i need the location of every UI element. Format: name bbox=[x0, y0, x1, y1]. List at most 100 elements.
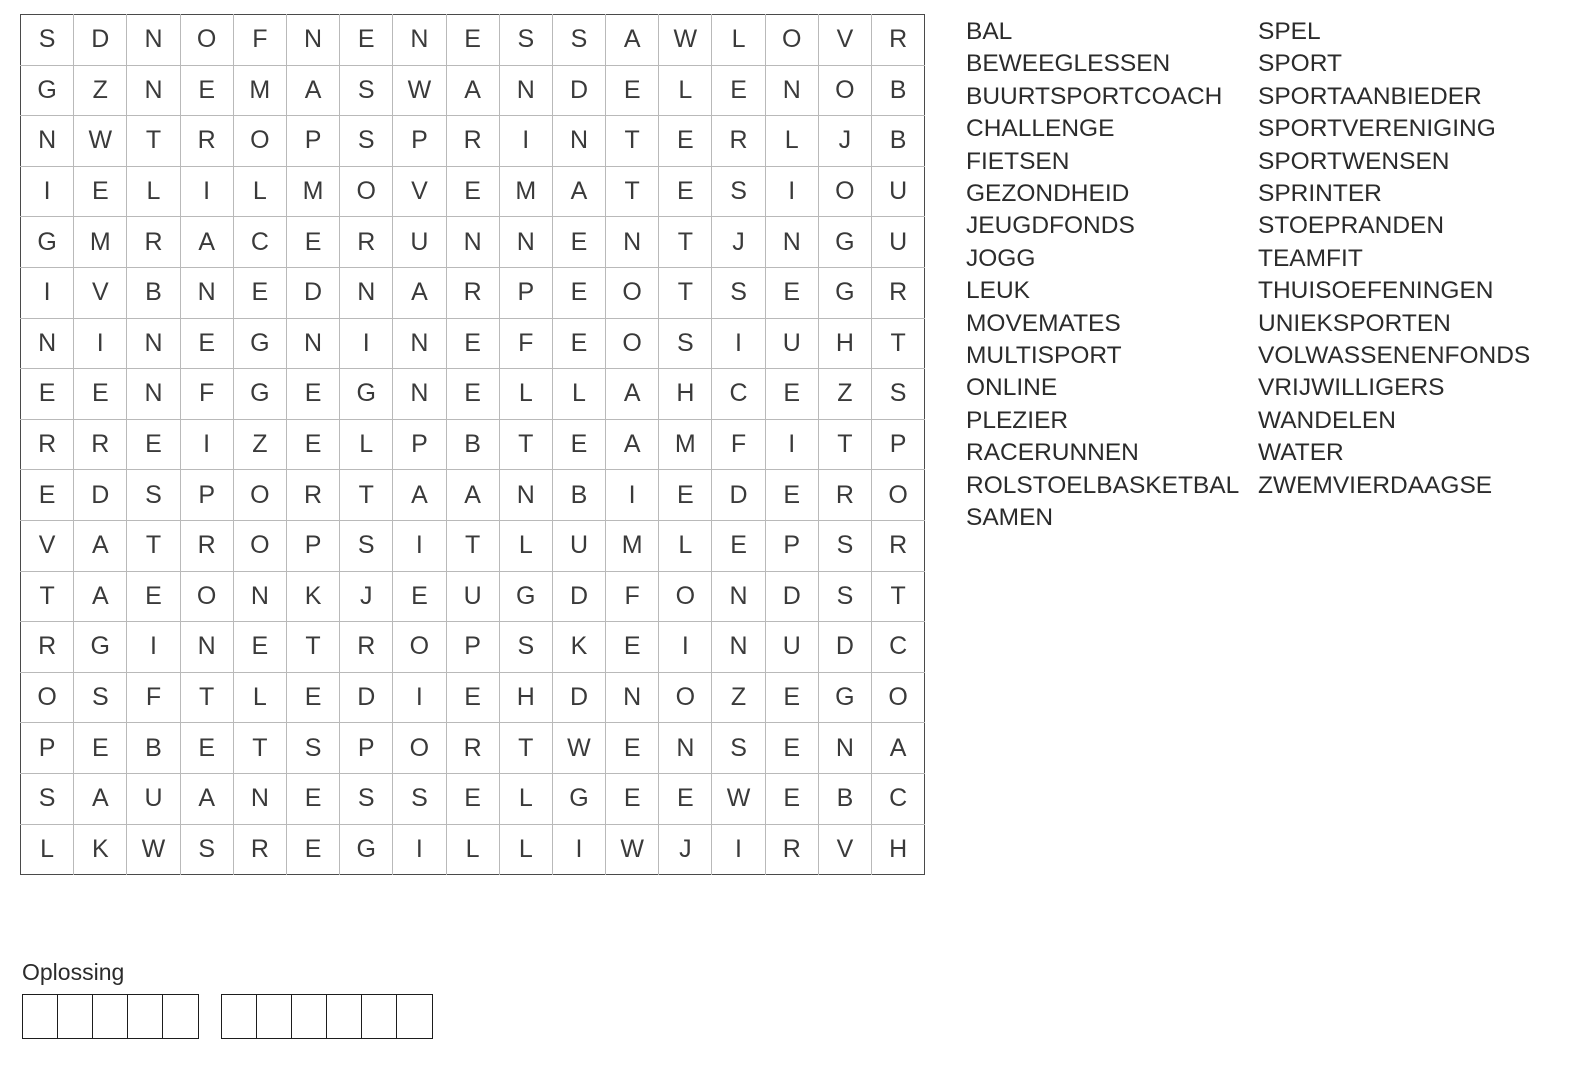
grid-cell[interactable]: T bbox=[339, 469, 394, 521]
grid-cell[interactable]: D bbox=[73, 469, 128, 521]
grid-cell[interactable]: A bbox=[179, 772, 234, 825]
solution-answer-box[interactable] bbox=[163, 995, 198, 1038]
grid-cell[interactable]: E bbox=[126, 418, 181, 471]
grid-cell[interactable]: I bbox=[20, 266, 75, 319]
grid-cell[interactable]: N bbox=[445, 216, 500, 268]
word-list-item[interactable]: FIETSEN bbox=[966, 146, 1258, 178]
grid-cell[interactable]: V bbox=[392, 165, 447, 218]
grid-cell[interactable]: O bbox=[764, 14, 819, 66]
word-list-item[interactable]: WATER bbox=[1258, 437, 1558, 469]
word-list-item[interactable]: SPRINTER bbox=[1258, 178, 1558, 210]
word-search-grid[interactable]: SDNOFNENESSAWLOVRGZNEMASWANDELENOBNWTROP… bbox=[20, 14, 926, 876]
grid-cell[interactable]: T bbox=[498, 418, 553, 471]
solution-answer-box[interactable] bbox=[257, 995, 292, 1038]
word-list-item[interactable]: THUISOEFENINGEN bbox=[1258, 275, 1558, 307]
solution-answer-box[interactable] bbox=[397, 995, 432, 1038]
grid-cell[interactable]: K bbox=[73, 823, 128, 875]
grid-cell[interactable]: N bbox=[20, 115, 75, 167]
grid-cell[interactable]: T bbox=[232, 722, 287, 774]
grid-cell[interactable]: N bbox=[605, 671, 660, 724]
grid-cell[interactable]: L bbox=[339, 418, 394, 471]
grid-cell[interactable]: T bbox=[870, 570, 925, 623]
grid-cell[interactable]: J bbox=[711, 216, 766, 268]
word-list-item[interactable]: RACERUNNEN bbox=[966, 437, 1258, 469]
grid-cell[interactable]: P bbox=[870, 418, 925, 471]
grid-cell[interactable]: I bbox=[392, 823, 447, 875]
grid-cell[interactable]: L bbox=[232, 671, 287, 724]
word-list-item[interactable]: VOLWASSENENFONDS bbox=[1258, 340, 1558, 372]
solution-answer-box[interactable] bbox=[292, 995, 327, 1038]
grid-cell[interactable]: N bbox=[817, 722, 873, 774]
grid-cell[interactable]: R bbox=[870, 266, 925, 319]
word-list-item[interactable]: VRIJWILLIGERS bbox=[1258, 372, 1558, 404]
grid-cell[interactable]: E bbox=[179, 64, 234, 117]
grid-cell[interactable]: P bbox=[20, 722, 75, 774]
grid-cell[interactable]: A bbox=[445, 469, 500, 521]
grid-cell[interactable]: E bbox=[445, 165, 500, 218]
grid-cell[interactable]: M bbox=[498, 165, 553, 218]
word-list-item[interactable]: SPEL bbox=[1258, 16, 1558, 48]
grid-cell[interactable]: A bbox=[551, 165, 607, 218]
grid-cell[interactable]: E bbox=[445, 772, 500, 825]
grid-cell[interactable]: N bbox=[285, 317, 341, 370]
word-list-item[interactable]: TEAMFIT bbox=[1258, 243, 1558, 275]
grid-cell[interactable]: U bbox=[870, 165, 925, 218]
grid-cell[interactable]: D bbox=[764, 570, 819, 623]
grid-cell[interactable]: M bbox=[605, 519, 660, 572]
word-list-item[interactable]: BEWEEGLESSEN bbox=[966, 48, 1258, 80]
grid-cell[interactable]: O bbox=[817, 165, 873, 218]
grid-cell[interactable]: N bbox=[764, 64, 819, 117]
grid-cell[interactable]: V bbox=[20, 519, 75, 572]
grid-cell[interactable]: G bbox=[232, 368, 287, 420]
grid-cell[interactable]: U bbox=[126, 772, 181, 825]
grid-cell[interactable]: E bbox=[285, 772, 341, 825]
grid-cell[interactable]: D bbox=[551, 570, 607, 623]
grid-cell[interactable]: S bbox=[126, 469, 181, 521]
grid-cell[interactable]: G bbox=[73, 621, 128, 673]
grid-cell[interactable]: E bbox=[285, 216, 341, 268]
grid-cell[interactable]: E bbox=[392, 570, 447, 623]
grid-cell[interactable]: D bbox=[711, 469, 766, 521]
grid-cell[interactable]: P bbox=[498, 266, 553, 319]
grid-cell[interactable]: G bbox=[232, 317, 287, 370]
grid-cell[interactable]: E bbox=[605, 621, 660, 673]
grid-cell[interactable]: H bbox=[658, 368, 713, 420]
grid-cell[interactable]: L bbox=[498, 772, 553, 825]
grid-cell[interactable]: M bbox=[658, 418, 713, 471]
grid-cell[interactable]: S bbox=[73, 671, 128, 724]
grid-cell[interactable]: A bbox=[392, 266, 447, 319]
grid-cell[interactable]: B bbox=[551, 469, 607, 521]
grid-cell[interactable]: P bbox=[285, 519, 341, 572]
grid-cell[interactable]: M bbox=[285, 165, 341, 218]
word-list-item[interactable]: ROLSTOELBASKETBAL bbox=[966, 470, 1258, 502]
word-list-item[interactable]: PLEZIER bbox=[966, 405, 1258, 437]
word-list-item[interactable]: WANDELEN bbox=[1258, 405, 1558, 437]
grid-cell[interactable]: I bbox=[658, 621, 713, 673]
grid-cell[interactable]: I bbox=[392, 519, 447, 572]
grid-cell[interactable]: V bbox=[817, 14, 873, 66]
grid-cell[interactable]: O bbox=[232, 115, 287, 167]
grid-cell[interactable]: W bbox=[711, 772, 766, 825]
grid-cell[interactable]: T bbox=[285, 621, 341, 673]
grid-cell[interactable]: A bbox=[73, 570, 128, 623]
grid-cell[interactable]: E bbox=[285, 671, 341, 724]
grid-cell[interactable]: S bbox=[20, 14, 75, 66]
grid-cell[interactable]: E bbox=[551, 216, 607, 268]
grid-cell[interactable]: E bbox=[551, 418, 607, 471]
grid-cell[interactable]: L bbox=[764, 115, 819, 167]
grid-cell[interactable]: E bbox=[445, 671, 500, 724]
grid-cell[interactable]: S bbox=[870, 368, 925, 420]
grid-cell[interactable]: G bbox=[817, 671, 873, 724]
word-list-item[interactable]: UNIEKSPORTEN bbox=[1258, 308, 1558, 340]
grid-cell[interactable]: E bbox=[285, 368, 341, 420]
grid-cell[interactable]: P bbox=[285, 115, 341, 167]
grid-cell[interactable]: E bbox=[764, 671, 819, 724]
grid-cell[interactable]: N bbox=[498, 216, 553, 268]
grid-cell[interactable]: G bbox=[551, 772, 607, 825]
grid-cell[interactable]: I bbox=[498, 115, 553, 167]
grid-cell[interactable]: I bbox=[20, 165, 75, 218]
word-list-item[interactable]: SAMEN bbox=[966, 502, 1258, 534]
grid-cell[interactable]: V bbox=[817, 823, 873, 875]
grid-cell[interactable]: S bbox=[285, 722, 341, 774]
grid-cell[interactable]: R bbox=[73, 418, 128, 471]
